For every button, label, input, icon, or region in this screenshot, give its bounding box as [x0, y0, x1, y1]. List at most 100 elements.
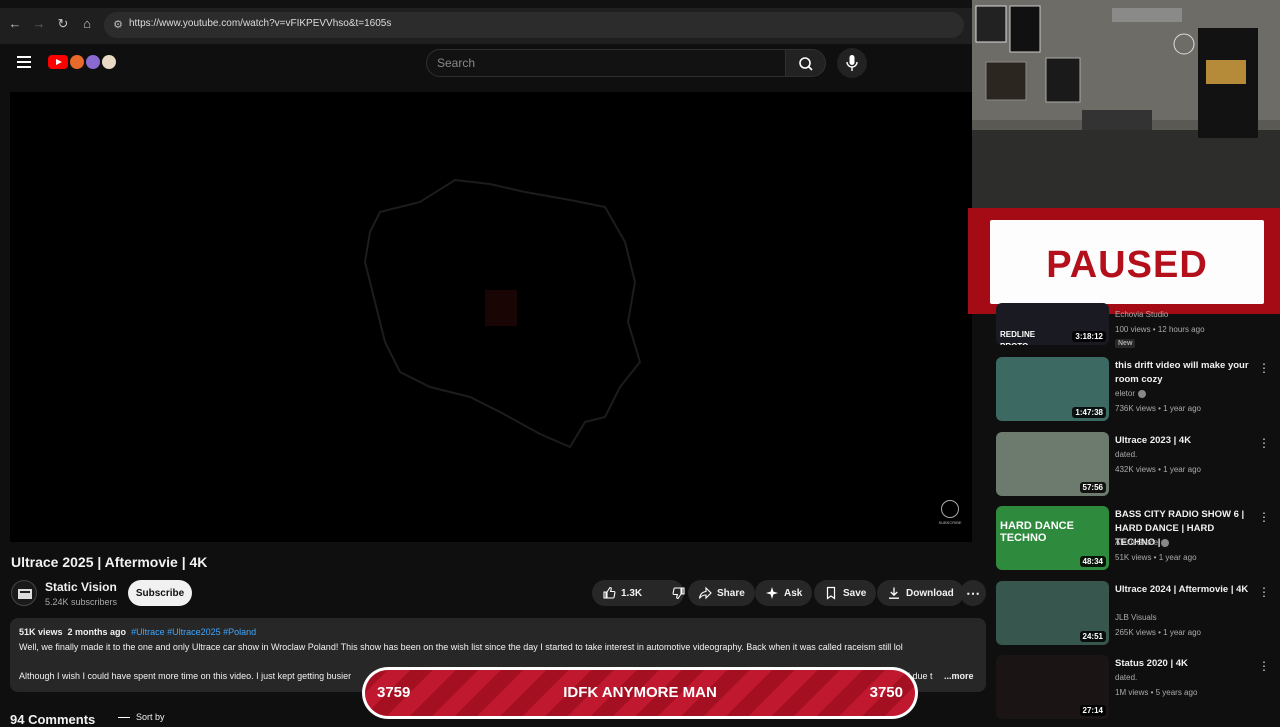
- channel-name[interactable]: Echovia Studio: [1115, 310, 1168, 319]
- more-actions-button[interactable]: ⋯: [960, 580, 986, 606]
- sort-label: Sort by: [136, 712, 165, 722]
- verified-icon: [1161, 538, 1170, 547]
- tab-strip: [0, 0, 972, 8]
- logo-doodle-icon: [102, 55, 116, 69]
- channel-label: AlexisGrace: [1115, 538, 1159, 547]
- search-box[interactable]: [426, 49, 786, 77]
- bookmark-icon: [826, 586, 836, 600]
- search-button[interactable]: [786, 49, 826, 77]
- channel-subscribers: 5.24K subscribers: [45, 597, 118, 607]
- video-thumbnail[interactable]: HARD DANCE TECHNO 48:34: [996, 506, 1109, 570]
- recommended-video[interactable]: 27:14 Status 2020 | 4K dated. 1M views • 5 …: [996, 655, 1280, 725]
- video-views: 265K views • 1 year ago: [1115, 628, 1201, 637]
- goal-bar: 3759 IDFK ANYMORE MAN 3750: [365, 670, 915, 716]
- sort-icon: [118, 717, 130, 719]
- watermark-label: SUBSCRIBE: [938, 520, 962, 525]
- video-duration: 24:51: [1079, 631, 1106, 642]
- video-title[interactable]: Ultrace 2024 | Aftermovie | 4K: [1115, 583, 1255, 597]
- site-info-icon[interactable]: ⚙: [110, 17, 126, 33]
- logo-doodle-icon: [70, 55, 84, 69]
- paused-banner: PAUSED: [968, 208, 1280, 314]
- recommended-video[interactable]: 57:56 Ultrace 2023 | 4K dated. 432K views •…: [996, 432, 1280, 502]
- share-icon: [698, 586, 712, 600]
- hashtags[interactable]: #Ultrace #Ultrace2025 #Poland: [131, 627, 256, 637]
- paused-card: PAUSED: [990, 220, 1264, 304]
- recommended-video[interactable]: 24:51 Ultrace 2024 | Aftermovie | 4K JLB V…: [996, 581, 1280, 651]
- video-duration: 57:56: [1079, 482, 1106, 493]
- save-label: Save: [843, 587, 867, 599]
- video-thumbnail[interactable]: 1:47:38: [996, 357, 1109, 421]
- download-label: Download: [906, 587, 954, 599]
- channel-name[interactable]: dated.: [1115, 673, 1137, 682]
- search-icon: [799, 57, 813, 71]
- search-input[interactable]: [437, 56, 767, 70]
- video-title[interactable]: Status 2020 | 4K: [1115, 657, 1255, 671]
- more-vertical-icon[interactable]: ⋮: [1258, 659, 1270, 673]
- ask-button[interactable]: Ask: [755, 580, 813, 606]
- youtube-play-icon: [48, 55, 68, 69]
- channel-label: dated.: [1115, 673, 1138, 682]
- sparkle-icon: [766, 587, 778, 599]
- video-title[interactable]: this drift video will make your room coz…: [1115, 359, 1255, 387]
- webcam-room-scene: [972, 0, 1280, 210]
- video-views: 432K views • 1 year ago: [1115, 465, 1201, 474]
- reload-icon[interactable]: ↻: [53, 14, 73, 34]
- description-line: Well, we finally made it to the one and …: [19, 642, 903, 652]
- download-button[interactable]: Download: [877, 580, 964, 606]
- channel-name[interactable]: AlexisGrace: [1115, 538, 1170, 547]
- channel-name[interactable]: dated.: [1115, 450, 1137, 459]
- video-views: 1M views • 5 years ago: [1115, 688, 1198, 697]
- show-more-link[interactable]: ...more: [944, 671, 974, 681]
- like-count: 1.3K: [621, 587, 643, 599]
- more-horizontal-icon: ⋯: [966, 584, 980, 601]
- subscribe-button[interactable]: Subscribe: [128, 580, 192, 606]
- video-player[interactable]: SUBSCRIBE: [10, 92, 972, 542]
- goal-bar-overlay: 3759 IDFK ANYMORE MAN 3750: [362, 667, 918, 719]
- subscribe-watermark[interactable]: SUBSCRIBE: [938, 500, 962, 526]
- more-vertical-icon[interactable]: ⋮: [1258, 361, 1270, 375]
- video-duration: 1:47:38: [1072, 407, 1106, 418]
- channel-avatar[interactable]: [11, 580, 37, 606]
- video-thumbnail[interactable]: 27:14: [996, 655, 1109, 719]
- more-vertical-icon[interactable]: ⋮: [1258, 510, 1270, 524]
- video-thumbnail[interactable]: 24:51: [996, 581, 1109, 645]
- share-button[interactable]: Share: [688, 580, 755, 606]
- home-icon[interactable]: ⌂: [77, 14, 97, 34]
- channel-label: Echovia Studio: [1115, 310, 1169, 319]
- new-badge: New: [1115, 339, 1136, 348]
- ask-label: Ask: [784, 587, 803, 599]
- channel-logo-icon: [18, 589, 32, 599]
- description-line: Although I wish I could have spent more …: [19, 671, 352, 681]
- verified-icon: [1138, 389, 1147, 398]
- download-icon: [889, 587, 899, 599]
- channel-name[interactable]: eletor: [1115, 389, 1147, 398]
- menu-icon[interactable]: [17, 56, 31, 68]
- webcam-overlay: [972, 0, 1280, 210]
- channel-name[interactable]: Static Vision: [45, 580, 117, 594]
- thumbs-up-icon: [603, 586, 616, 599]
- video-thumbnail[interactable]: 57:56: [996, 432, 1109, 496]
- more-vertical-icon[interactable]: ⋮: [1258, 585, 1270, 599]
- recommended-video[interactable]: 1:47:38 this drift video will make your r…: [996, 357, 1280, 427]
- video-views: 736K views • 1 year ago: [1115, 404, 1201, 413]
- save-button[interactable]: Save: [814, 580, 877, 606]
- channel-name[interactable]: JLB Visuals: [1115, 613, 1157, 622]
- description-meta: 51K views 2 months ago #Ultrace #Ultrace…: [19, 627, 256, 637]
- youtube-logo[interactable]: [48, 53, 116, 71]
- url-text[interactable]: https://www.youtube.com/watch?v=vFIKPEVV…: [129, 18, 391, 29]
- address-bar[interactable]: ⚙ https://www.youtube.com/watch?v=vFIKPE…: [104, 12, 964, 38]
- back-icon[interactable]: ←: [5, 14, 25, 34]
- video-views: 100 views • 12 hours ago: [1115, 325, 1205, 334]
- more-vertical-icon[interactable]: ⋮: [1258, 436, 1270, 450]
- view-count: 51K views: [19, 627, 63, 637]
- sort-by-button[interactable]: Sort by: [118, 712, 165, 722]
- thumbnail-text: REDLINE PROTO: [1000, 330, 1036, 345]
- goal-label: IDFK ANYMORE MAN: [563, 684, 717, 701]
- video-thumbnail[interactable]: REDLINE PROTO 3:18:12: [996, 303, 1109, 345]
- voice-search-button[interactable]: [837, 48, 867, 78]
- forward-icon[interactable]: →: [29, 14, 49, 34]
- like-button[interactable]: 1.3K: [592, 580, 652, 606]
- recommended-video[interactable]: HARD DANCE TECHNO 48:34 BASS CITY RADIO SH…: [996, 506, 1280, 576]
- video-title[interactable]: Ultrace 2023 | 4K: [1115, 434, 1255, 448]
- channel-label: JLB Visuals: [1115, 613, 1157, 622]
